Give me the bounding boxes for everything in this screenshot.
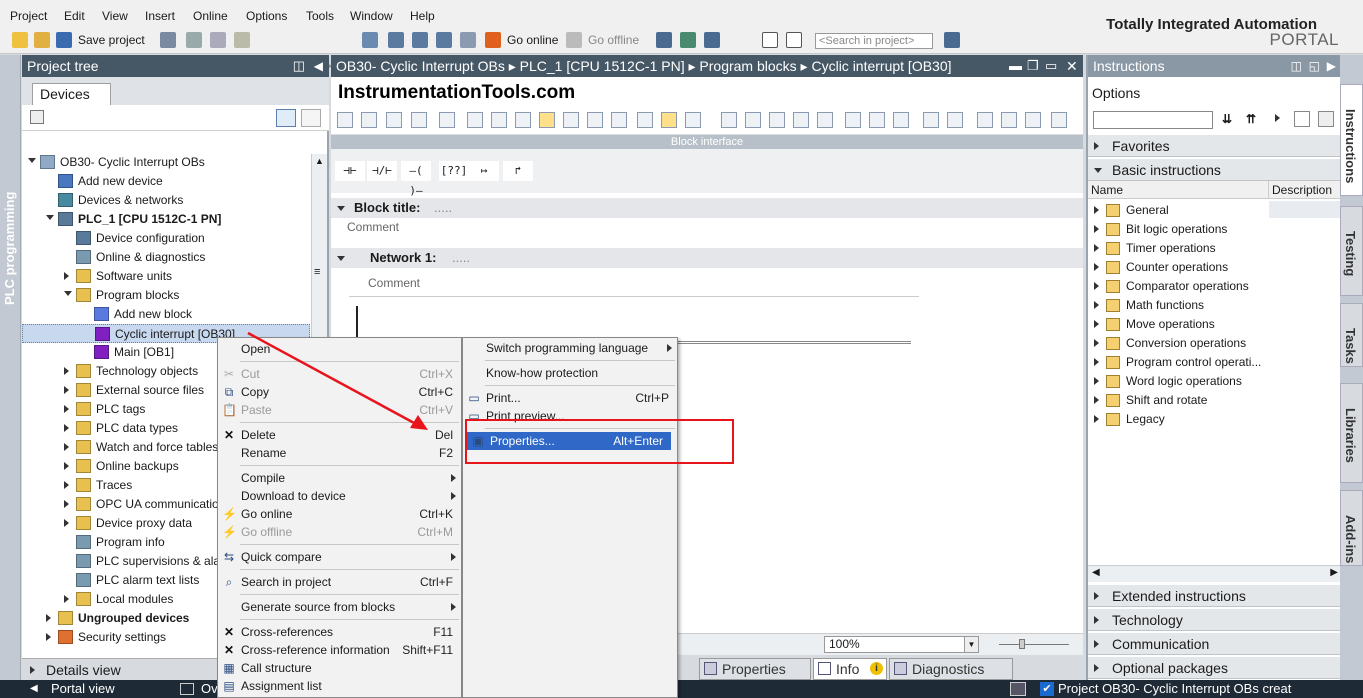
highlight-box [465, 419, 734, 464]
arrow-line [247, 331, 417, 426]
annotation-arrow [247, 331, 428, 430]
